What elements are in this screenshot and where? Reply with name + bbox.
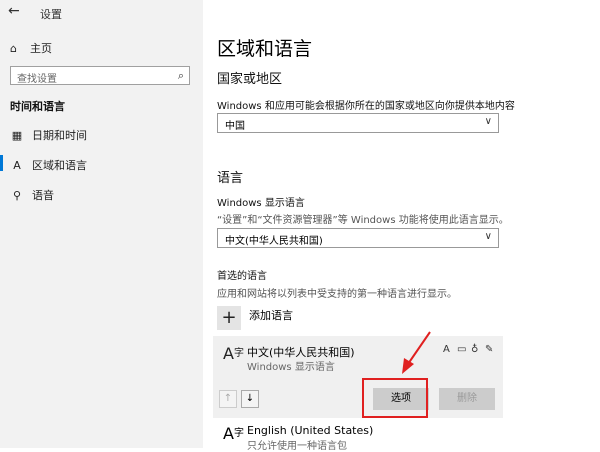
display-language-select[interactable]: 中文(中华人民共和国) ∨ (217, 228, 499, 248)
search-placeholder: 查找设置 (17, 74, 57, 85)
title-bar: ← 设置 (0, 0, 203, 26)
handwriting-feature-icon: ✎ (485, 344, 494, 355)
microphone-icon: ⚲ (12, 189, 22, 202)
page-title: 区域和语言 (217, 38, 313, 60)
region-select[interactable]: 中国 ∨ (217, 113, 499, 133)
add-language-button[interactable]: + (217, 306, 241, 330)
search-icon[interactable]: ⌕ (178, 69, 184, 83)
language-heading: 语言 (217, 171, 244, 186)
chevron-down-icon: ∨ (484, 116, 492, 127)
sidebar-section-title: 时间和语言 (10, 100, 65, 113)
active-indicator (0, 155, 3, 171)
language-sub: Windows 显示语言 (247, 362, 335, 373)
language-sub: 只允许使用一种语言包 (247, 441, 347, 452)
sidebar: ← 设置 ⌂ 主页 查找设置 ⌕ 时间和语言 ▦ 日期和时间 A 区域和语言 ⚲ 语音 (0, 0, 203, 448)
sidebar-item-label: 语音 (32, 189, 54, 202)
language-icon: A字 (223, 344, 244, 363)
sidebar-item-region-language[interactable]: A 区域和语言 (10, 157, 87, 173)
display-language-description: “设置”和“文件资源管理器”等 Windows 功能将使用此语言显示。 (217, 215, 509, 226)
plus-icon: + (221, 307, 237, 328)
sidebar-item-speech[interactable]: ⚲ 语音 (10, 187, 54, 203)
display-language-label: Windows 显示语言 (217, 198, 305, 209)
chevron-down-icon: ∨ (484, 231, 492, 242)
sidebar-item-label: 区域和语言 (32, 159, 87, 172)
home-icon: ⌂ (10, 42, 17, 55)
display-language-selected-value: 中文(中华人民共和国) (225, 236, 323, 247)
language-icon: A字 (223, 424, 244, 443)
region-language-icon: A (13, 159, 21, 172)
language-name[interactable]: English (United States) (247, 424, 373, 437)
sidebar-item-date-time[interactable]: ▦ 日期和时间 (10, 127, 87, 143)
microphone-feature-icon: ♁ (471, 344, 479, 355)
move-down-button[interactable]: ↓ (241, 390, 259, 408)
region-heading: 国家或地区 (217, 72, 283, 87)
move-up-button[interactable]: ↑ (219, 390, 237, 408)
red-arrow-annotation (402, 331, 431, 374)
sidebar-item-label: 日期和时间 (32, 129, 87, 142)
sidebar-item-home[interactable]: ⌂ 主页 (10, 40, 52, 56)
display-language-feature-icon: A (443, 344, 450, 355)
remove-button[interactable]: 删除 (439, 388, 495, 410)
back-arrow-icon[interactable]: ← (8, 3, 24, 19)
speech-feature-icon: ▭ (457, 344, 467, 355)
add-language-label[interactable]: 添加语言 (249, 307, 293, 323)
options-highlight-box (362, 378, 428, 418)
calendar-icon: ▦ (11, 129, 23, 142)
region-description: Windows 和应用可能会根据你所在的国家或地区向你提供本地内容 (217, 101, 515, 112)
region-selected-value: 中国 (225, 121, 245, 132)
search-input[interactable]: 查找设置 ⌕ (10, 66, 190, 85)
home-label: 主页 (30, 42, 52, 55)
language-list-item-selected[interactable]: A字 中文(中华人民共和国) Windows 显示语言 A ▭ ♁ ✎ ↑ ↓ … (213, 336, 503, 418)
preferred-languages-description: 应用和网站将以列表中受支持的第一种语言进行显示。 (217, 289, 457, 300)
app-title: 设置 (40, 8, 62, 21)
preferred-languages-label: 首选的语言 (217, 271, 267, 282)
